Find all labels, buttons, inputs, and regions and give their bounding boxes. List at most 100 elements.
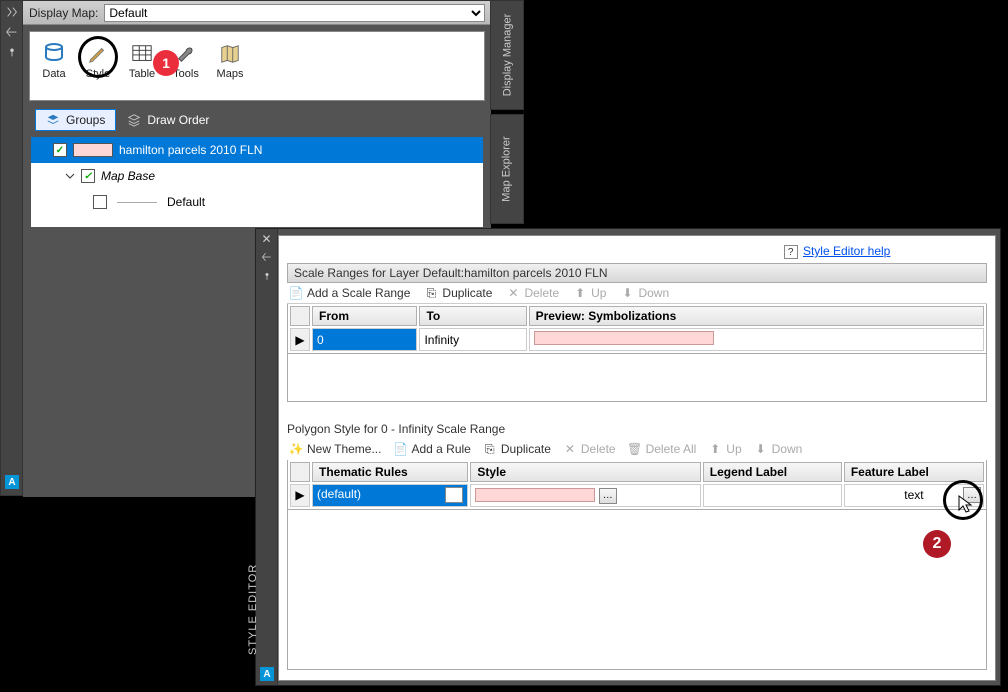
row-selector[interactable]: ▶ <box>290 328 310 351</box>
style-swatch <box>475 488 595 502</box>
task-pane-label: TASK PANE <box>0 366 3 435</box>
style-cell[interactable]: … <box>470 484 700 507</box>
tab-map-explorer[interactable]: Map Explorer <box>490 114 524 224</box>
tab-groups[interactable]: Groups <box>35 109 116 131</box>
arrow-up-icon: ⬆ <box>573 286 587 300</box>
preview-swatch <box>534 331 714 345</box>
copy-icon: ⎘ <box>483 442 497 456</box>
pin-icon[interactable] <box>5 45 19 59</box>
corner-header <box>290 462 310 482</box>
down-rule-button: ⬇Down <box>754 442 803 456</box>
pencil-icon <box>84 40 112 68</box>
layer-name: hamilton parcels 2010 FLN <box>119 143 477 157</box>
up-button: ⬆Up <box>573 286 606 300</box>
database-icon <box>40 40 68 68</box>
layer-swatch <box>73 143 113 157</box>
poly-row[interactable]: ▶ (default) … … text … <box>290 484 984 507</box>
pin-icon[interactable] <box>261 270 273 282</box>
rules-cell[interactable]: (default) … <box>312 484 468 507</box>
style-edit-button[interactable]: … <box>599 488 617 504</box>
collapse-icon[interactable] <box>261 251 273 263</box>
sparkle-icon: ✨ <box>289 442 303 456</box>
style-editor: ✕ STYLE EDITOR A ? Style Editor help Sca… <box>255 228 1001 686</box>
layer-row-default[interactable]: Default <box>31 189 483 215</box>
delete-button: ✕Delete <box>506 286 559 300</box>
scale-row[interactable]: ▶ 0 Infinity <box>290 328 984 351</box>
scale-table: From To Preview: Symbolizations ▶ 0 Infi… <box>287 304 987 354</box>
legend-cell[interactable] <box>703 484 842 507</box>
col-from: From <box>312 306 417 326</box>
from-cell[interactable]: 0 <box>312 328 417 351</box>
collapse-icon[interactable] <box>5 25 19 39</box>
duplicate-rule-button[interactable]: ⎘Duplicate <box>483 442 551 456</box>
duplicate-button[interactable]: ⎘Duplicate <box>424 286 492 300</box>
style-editor-label: STYLE EDITOR <box>247 564 259 655</box>
stack-icon <box>127 113 141 127</box>
layer-checkbox[interactable] <box>81 169 95 183</box>
minimize-icon[interactable] <box>5 5 19 19</box>
add-icon: 📄 <box>289 286 303 300</box>
layer-checkbox[interactable] <box>93 195 107 209</box>
poly-section: Polygon Style for 0 - Infinity Scale Ran… <box>287 420 987 670</box>
delete-icon: ✕ <box>506 286 520 300</box>
to-cell[interactable]: Infinity <box>419 328 526 351</box>
help-link[interactable]: Style Editor help <box>803 244 890 258</box>
chevron-down-icon[interactable] <box>65 171 75 181</box>
display-map-label: Display Map: <box>29 6 98 20</box>
col-style: Style <box>470 462 700 482</box>
tab-draw-order[interactable]: Draw Order <box>116 109 220 131</box>
poly-section-title: Polygon Style for 0 - Infinity Scale Ran… <box>287 420 987 438</box>
right-tabs: Display Manager Map Explorer <box>490 0 524 230</box>
help-icon: ? <box>784 245 798 259</box>
layer-row-selected[interactable]: hamilton parcels 2010 FLN <box>31 137 483 163</box>
col-legend: Legend Label <box>703 462 842 482</box>
preview-cell[interactable] <box>529 328 984 351</box>
layer-name: Default <box>167 195 477 209</box>
tool-maps[interactable]: Maps <box>210 38 250 82</box>
rules-edit-button[interactable]: … <box>445 487 463 503</box>
display-map-bar: Display Map: Default <box>23 1 491 25</box>
map-icon <box>216 40 244 68</box>
autodesk-logo-icon: A <box>260 667 274 681</box>
tool-style[interactable]: Style <box>78 38 118 82</box>
callout-badge-2: 2 <box>923 530 951 558</box>
arrow-down-icon: ⬇ <box>620 286 634 300</box>
autodesk-logo-icon: A <box>5 475 19 489</box>
style-editor-body: ? Style Editor help Scale Ranges for Lay… <box>278 235 996 681</box>
delete-all-icon: 🗑 <box>628 442 642 456</box>
row-selector[interactable]: ▶ <box>290 484 310 507</box>
task-pane-sidebar: TASK PANE A <box>1 1 23 495</box>
line-swatch <box>117 202 157 203</box>
arrow-down-icon: ⬇ <box>754 442 768 456</box>
tab-display-manager[interactable]: Display Manager <box>490 0 524 110</box>
tabs-row: Groups Draw Order <box>29 107 485 133</box>
close-icon[interactable]: ✕ <box>256 229 277 249</box>
col-to: To <box>419 306 526 326</box>
up-rule-button: ⬆Up <box>708 442 741 456</box>
corner-header <box>290 306 310 326</box>
tool-data[interactable]: Data <box>34 38 74 82</box>
display-map-select[interactable]: Default <box>104 4 485 22</box>
layer-checkbox[interactable] <box>53 143 67 157</box>
poly-table: Thematic Rules Style Legend Label Featur… <box>287 460 987 510</box>
scale-toolbar: 📄Add a Scale Range ⎘Duplicate ✕Delete ⬆U… <box>287 283 987 304</box>
scale-section-title: Scale Ranges for Layer Default:hamilton … <box>287 263 987 283</box>
down-button: ⬇Down <box>620 286 669 300</box>
toolbar: Data Style Table <box>29 31 485 101</box>
layer-row-mapbase[interactable]: Map Base <box>31 163 483 189</box>
add-scale-range-button[interactable]: 📄Add a Scale Range <box>289 286 410 300</box>
delete-icon: ✕ <box>563 442 577 456</box>
arrow-up-icon: ⬆ <box>708 442 722 456</box>
layer-name: Map Base <box>101 169 477 183</box>
delete-all-button: 🗑Delete All <box>628 442 697 456</box>
table-icon <box>128 40 156 68</box>
callout-badge-1: 1 <box>153 50 179 76</box>
add-rule-button[interactable]: 📄Add a Rule <box>393 442 470 456</box>
layers-panel: hamilton parcels 2010 FLN Map Base Defau… <box>31 137 483 227</box>
cursor-icon <box>957 494 975 514</box>
help-row: ? Style Editor help <box>287 244 987 259</box>
poly-table-body <box>287 510 987 670</box>
col-rules: Thematic Rules <box>312 462 468 482</box>
style-editor-sidebar: ✕ STYLE EDITOR A <box>256 229 278 685</box>
new-theme-button[interactable]: ✨New Theme... <box>289 442 381 456</box>
